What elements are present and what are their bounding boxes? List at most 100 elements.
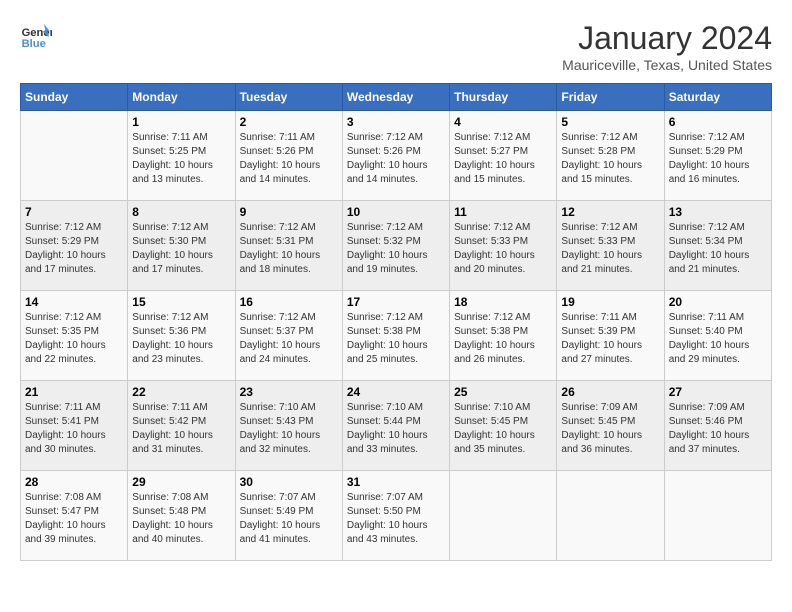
day-info: Sunrise: 7:10 AM Sunset: 5:44 PM Dayligh… [347,401,445,457]
day-info: Sunrise: 7:12 AM Sunset: 5:33 PM Dayligh… [561,221,659,277]
day-number: 10 [347,205,445,219]
day-info: Sunrise: 7:07 AM Sunset: 5:49 PM Dayligh… [240,491,338,547]
day-info: Sunrise: 7:12 AM Sunset: 5:27 PM Dayligh… [454,131,552,187]
calendar-cell: 13Sunrise: 7:12 AM Sunset: 5:34 PM Dayli… [664,201,771,291]
calendar-cell: 30 Sunrise: 7:07 AM Sunset: 5:49 PM Dayli… [235,471,342,561]
day-info: Sunrise: 7:12 AM Sunset: 5:32 PM Dayligh… [347,221,445,277]
day-info: Sunrise: 7:11 AM Sunset: 5:42 PM Dayligh… [132,401,230,457]
day-number: 18 [454,295,552,309]
calendar-cell: 15 Sunrise: 7:12 AM Sunset: 5:36 PM Dayli… [128,291,235,381]
calendar-week-row: 21Sunrise: 7:11 AM Sunset: 5:41 PM Dayli… [21,381,772,471]
day-number: 5 [561,115,659,129]
calendar-cell: 11Sunrise: 7:12 AM Sunset: 5:33 PM Dayli… [450,201,557,291]
calendar-cell: 22Sunrise: 7:11 AM Sunset: 5:42 PM Dayli… [128,381,235,471]
calendar-week-row: 14Sunrise: 7:12 AM Sunset: 5:35 PM Dayli… [21,291,772,381]
day-number: 19 [561,295,659,309]
calendar-cell: 7 Sunrise: 7:12 AM Sunset: 5:29 PM Daylig… [21,201,128,291]
calendar-cell [21,111,128,201]
day-number: 21 [25,385,123,399]
calendar-cell: 26 Sunrise: 7:09 AM Sunset: 5:45 PM Dayli… [557,381,664,471]
day-number: 7 [25,205,123,219]
calendar-cell: 24 Sunrise: 7:10 AM Sunset: 5:44 PM Dayli… [342,381,449,471]
calendar-cell: 18 Sunrise: 7:12 AM Sunset: 5:38 PM Dayli… [450,291,557,381]
calendar-cell: 8Sunrise: 7:12 AM Sunset: 5:30 PM Daylig… [128,201,235,291]
calendar-cell: 17 Sunrise: 7:12 AM Sunset: 5:38 PM Dayli… [342,291,449,381]
day-info: Sunrise: 7:12 AM Sunset: 5:28 PM Dayligh… [561,131,659,187]
weekday-header-monday: Monday [128,84,235,111]
calendar-week-row: 7 Sunrise: 7:12 AM Sunset: 5:29 PM Daylig… [21,201,772,291]
calendar-cell: 9 Sunrise: 7:12 AM Sunset: 5:31 PM Daylig… [235,201,342,291]
calendar-cell: 28 Sunrise: 7:08 AM Sunset: 5:47 PM Dayli… [21,471,128,561]
calendar-cell [557,471,664,561]
day-number: 17 [347,295,445,309]
weekday-header-saturday: Saturday [664,84,771,111]
day-number: 9 [240,205,338,219]
day-info: Sunrise: 7:12 AM Sunset: 5:37 PM Dayligh… [240,311,338,367]
day-info: Sunrise: 7:12 AM Sunset: 5:26 PM Dayligh… [347,131,445,187]
day-info: Sunrise: 7:12 AM Sunset: 5:36 PM Dayligh… [132,311,230,367]
calendar-cell: 31 Sunrise: 7:07 AM Sunset: 5:50 PM Dayli… [342,471,449,561]
day-number: 23 [240,385,338,399]
day-info: Sunrise: 7:10 AM Sunset: 5:43 PM Dayligh… [240,401,338,457]
day-info: Sunrise: 7:12 AM Sunset: 5:38 PM Dayligh… [347,311,445,367]
day-number: 13 [669,205,767,219]
day-info: Sunrise: 7:11 AM Sunset: 5:40 PM Dayligh… [669,311,767,367]
day-number: 8 [132,205,230,219]
day-info: Sunrise: 7:07 AM Sunset: 5:50 PM Dayligh… [347,491,445,547]
calendar-cell: 25 Sunrise: 7:10 AM Sunset: 5:45 PM Dayli… [450,381,557,471]
page-header: General Blue January 2024 Mauriceville, … [20,20,772,73]
weekday-header-thursday: Thursday [450,84,557,111]
calendar-cell: 12Sunrise: 7:12 AM Sunset: 5:33 PM Dayli… [557,201,664,291]
calendar-cell [450,471,557,561]
day-number: 11 [454,205,552,219]
day-info: Sunrise: 7:12 AM Sunset: 5:38 PM Dayligh… [454,311,552,367]
svg-text:Blue: Blue [22,38,46,50]
calendar-cell: 23 Sunrise: 7:10 AM Sunset: 5:43 PM Dayli… [235,381,342,471]
day-info: Sunrise: 7:12 AM Sunset: 5:29 PM Dayligh… [25,221,123,277]
day-info: Sunrise: 7:09 AM Sunset: 5:45 PM Dayligh… [561,401,659,457]
day-number: 26 [561,385,659,399]
day-number: 3 [347,115,445,129]
calendar-cell: 21Sunrise: 7:11 AM Sunset: 5:41 PM Dayli… [21,381,128,471]
day-info: Sunrise: 7:09 AM Sunset: 5:46 PM Dayligh… [669,401,767,457]
title-block: January 2024 Mauriceville, Texas, United… [562,20,772,73]
calendar-cell: 16 Sunrise: 7:12 AM Sunset: 5:37 PM Dayli… [235,291,342,381]
day-number: 31 [347,475,445,489]
calendar-cell: 5 Sunrise: 7:12 AM Sunset: 5:28 PM Daylig… [557,111,664,201]
day-number: 16 [240,295,338,309]
calendar-week-row: 28 Sunrise: 7:08 AM Sunset: 5:47 PM Dayli… [21,471,772,561]
day-number: 30 [240,475,338,489]
weekday-header-tuesday: Tuesday [235,84,342,111]
day-number: 25 [454,385,552,399]
day-info: Sunrise: 7:08 AM Sunset: 5:47 PM Dayligh… [25,491,123,547]
logo-icon: General Blue [20,20,52,52]
day-info: Sunrise: 7:12 AM Sunset: 5:31 PM Dayligh… [240,221,338,277]
calendar-cell: 2Sunrise: 7:11 AM Sunset: 5:26 PM Daylig… [235,111,342,201]
day-info: Sunrise: 7:08 AM Sunset: 5:48 PM Dayligh… [132,491,230,547]
day-number: 6 [669,115,767,129]
day-info: Sunrise: 7:10 AM Sunset: 5:45 PM Dayligh… [454,401,552,457]
day-info: Sunrise: 7:11 AM Sunset: 5:25 PM Dayligh… [132,131,230,187]
day-info: Sunrise: 7:12 AM Sunset: 5:29 PM Dayligh… [669,131,767,187]
calendar-cell: 20Sunrise: 7:11 AM Sunset: 5:40 PM Dayli… [664,291,771,381]
day-number: 1 [132,115,230,129]
day-info: Sunrise: 7:11 AM Sunset: 5:39 PM Dayligh… [561,311,659,367]
calendar-cell: 10 Sunrise: 7:12 AM Sunset: 5:32 PM Dayli… [342,201,449,291]
month-title: January 2024 [562,20,772,57]
calendar-cell: 14Sunrise: 7:12 AM Sunset: 5:35 PM Dayli… [21,291,128,381]
day-number: 27 [669,385,767,399]
location: Mauriceville, Texas, United States [562,57,772,73]
day-number: 15 [132,295,230,309]
calendar-cell: 29 Sunrise: 7:08 AM Sunset: 5:48 PM Dayli… [128,471,235,561]
day-number: 2 [240,115,338,129]
day-number: 29 [132,475,230,489]
calendar-week-row: 1 Sunrise: 7:11 AM Sunset: 5:25 PM Daylig… [21,111,772,201]
calendar-cell: 3 Sunrise: 7:12 AM Sunset: 5:26 PM Daylig… [342,111,449,201]
calendar-cell: 19 Sunrise: 7:11 AM Sunset: 5:39 PM Dayli… [557,291,664,381]
day-number: 4 [454,115,552,129]
weekday-header-row: SundayMondayTuesdayWednesdayThursdayFrid… [21,84,772,111]
day-number: 28 [25,475,123,489]
day-number: 24 [347,385,445,399]
calendar-table: SundayMondayTuesdayWednesdayThursdayFrid… [20,83,772,561]
calendar-cell: 4 Sunrise: 7:12 AM Sunset: 5:27 PM Daylig… [450,111,557,201]
